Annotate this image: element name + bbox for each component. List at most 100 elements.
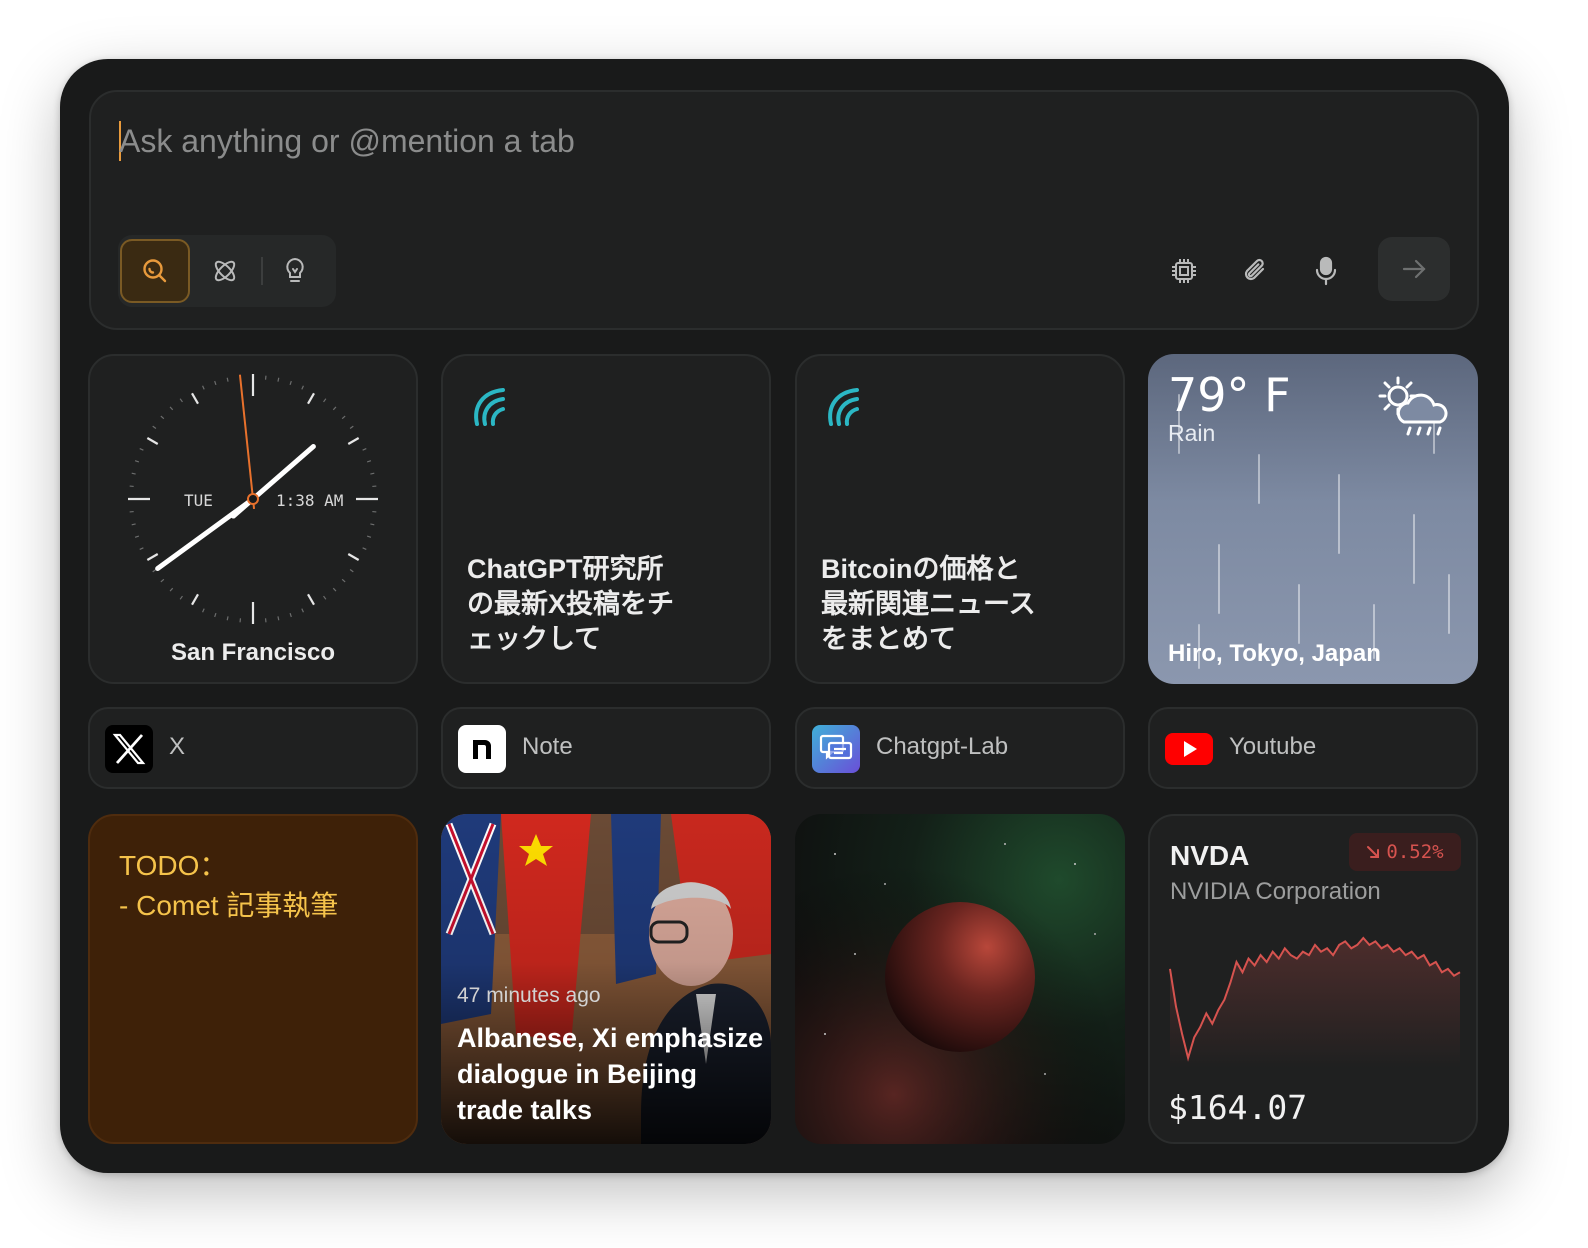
stock-change-value: 0.52% bbox=[1386, 841, 1444, 863]
clock-minute-tick bbox=[301, 608, 304, 613]
clock-minute-tick bbox=[214, 380, 217, 386]
clock-minute-tick bbox=[332, 587, 337, 592]
clock-minute-tick bbox=[202, 385, 205, 390]
clock-hour-tick bbox=[191, 593, 199, 606]
clock-minute-tick bbox=[139, 547, 144, 550]
clock-minute-tick bbox=[362, 547, 367, 550]
app-window: TUE 1:38 AM San Francisco ChatGPT研究所の最新X… bbox=[60, 59, 1509, 1173]
rain-streak bbox=[1298, 584, 1300, 644]
research-mode-button[interactable] bbox=[190, 239, 260, 303]
clock-minute-tick bbox=[332, 406, 337, 411]
prompt-card[interactable]: Bitcoinの価格と最新関連ニュースをまとめて bbox=[795, 354, 1125, 684]
stock-widget[interactable]: NVDA NVIDIA Corporation 0.52% $164.07 bbox=[1148, 814, 1478, 1144]
rain-streak bbox=[1413, 514, 1415, 584]
search-mode-button[interactable] bbox=[120, 239, 190, 303]
clock-minute-tick bbox=[179, 398, 183, 403]
clock-minute-tick bbox=[131, 523, 136, 526]
news-card[interactable]: 47 minutes ago Albanese, Xi emphasize di… bbox=[441, 814, 771, 1144]
clock-minute-tick bbox=[139, 448, 144, 451]
todo-text: TODO： - Comet 記事執筆 bbox=[119, 850, 339, 921]
clock-minute-tick bbox=[349, 569, 354, 573]
clock-hour-tick bbox=[347, 553, 360, 561]
clock-hour-tick bbox=[347, 437, 360, 445]
clock-minute-tick bbox=[366, 460, 372, 463]
clock-city: San Francisco bbox=[170, 639, 336, 666]
microphone-icon bbox=[1315, 256, 1337, 286]
clock-widget[interactable]: TUE 1:38 AM San Francisco bbox=[88, 354, 418, 684]
submit-button[interactable] bbox=[1378, 237, 1450, 301]
model-select-button[interactable] bbox=[1154, 242, 1214, 300]
mode-switcher bbox=[118, 235, 336, 307]
clock-minute-tick bbox=[134, 535, 140, 538]
ask-box bbox=[89, 90, 1479, 330]
news-timestamp: 47 minutes ago bbox=[457, 984, 601, 1007]
clock-minute-tick bbox=[152, 569, 157, 573]
tab-label: X bbox=[169, 733, 186, 760]
clock-minute-tick bbox=[134, 460, 140, 463]
perplexity-wave-icon bbox=[474, 388, 505, 426]
prompt-text: ChatGPT研究所の最新X投稿をチェックして bbox=[467, 554, 675, 654]
clock-minute-tick bbox=[277, 616, 280, 621]
chip-icon bbox=[1172, 259, 1196, 283]
clock-minute-tick bbox=[169, 406, 174, 411]
clock-hour-tick bbox=[307, 392, 315, 405]
clock-minute-tick bbox=[226, 377, 229, 382]
note-logo-icon bbox=[458, 725, 506, 773]
arrow-down-right-icon bbox=[1367, 846, 1380, 858]
stock-company-name: NVIDIA Corporation bbox=[1170, 878, 1381, 905]
clock-minute-tick bbox=[349, 425, 354, 429]
clock-time: 1:38 AM bbox=[276, 491, 344, 510]
clock-minute-tick bbox=[341, 415, 346, 420]
clock-hour-tick bbox=[191, 392, 199, 405]
clock-minute-tick bbox=[179, 595, 183, 600]
clock-minute-tick bbox=[169, 587, 174, 592]
perplexity-wave-icon bbox=[828, 388, 859, 426]
clock-minute-tick bbox=[289, 612, 292, 618]
rain-streak bbox=[1338, 474, 1340, 554]
arrow-right-icon bbox=[1402, 259, 1426, 279]
stock-price: $164.07 bbox=[1168, 1088, 1308, 1127]
rain-streak bbox=[1448, 574, 1450, 634]
clock-minute-tick bbox=[323, 398, 327, 403]
stock-change-badge: 0.52% bbox=[1349, 833, 1461, 871]
clock-minute-tick bbox=[370, 523, 375, 526]
ask-input[interactable] bbox=[119, 116, 1419, 166]
tab-youtube[interactable]: Youtube bbox=[1148, 707, 1478, 789]
clock-minute-tick bbox=[214, 612, 217, 618]
search-icon bbox=[143, 259, 167, 283]
clock-center-pin bbox=[247, 493, 259, 505]
clock-minute-tick bbox=[289, 380, 292, 386]
clock-minute-tick bbox=[226, 616, 229, 621]
tab-label: Youtube bbox=[1229, 733, 1317, 760]
tab-x[interactable]: X bbox=[88, 707, 418, 789]
clock-minute-tick bbox=[366, 535, 372, 538]
tab-label: Chatgpt-Lab bbox=[876, 733, 1009, 760]
clock-minute-tick bbox=[160, 578, 165, 583]
clock-hour-tick bbox=[146, 437, 159, 445]
labs-mode-button[interactable] bbox=[260, 239, 330, 303]
planet-image bbox=[795, 814, 1125, 1144]
atom-icon bbox=[214, 260, 236, 282]
clock-minute-tick bbox=[341, 578, 346, 583]
clock-minute-tick bbox=[202, 608, 205, 613]
weather-location: Hiro, Tokyo, Japan bbox=[1168, 640, 1381, 667]
prompt-card[interactable]: ChatGPT研究所の最新X投稿をチェックして bbox=[441, 354, 771, 684]
prompt-text: Bitcoinの価格と最新関連ニュースをまとめて bbox=[821, 554, 1036, 654]
sun-cloud-rain-icon bbox=[1378, 376, 1448, 436]
x-logo-icon bbox=[105, 725, 153, 773]
todo-note-widget[interactable]: TODO： - Comet 記事執筆 bbox=[88, 814, 418, 1144]
rain-streak bbox=[1218, 544, 1220, 614]
clock-minute-tick bbox=[160, 415, 165, 420]
tab-note[interactable]: Note bbox=[441, 707, 771, 789]
voice-button[interactable] bbox=[1296, 242, 1356, 300]
weather-widget[interactable]: 79° F Rain Hiro, Tokyo, Japan bbox=[1148, 354, 1478, 684]
tab-chatgpt-lab[interactable]: Chatgpt-Lab bbox=[795, 707, 1125, 789]
attach-button[interactable] bbox=[1225, 242, 1285, 300]
youtube-logo-icon bbox=[1165, 725, 1213, 773]
chat-bubbles-icon bbox=[812, 725, 860, 773]
weather-condition: Rain bbox=[1168, 420, 1216, 446]
analog-clock bbox=[128, 374, 378, 624]
clock-minute-tick bbox=[370, 472, 375, 475]
stock-symbol: NVDA bbox=[1170, 840, 1250, 871]
space-wallpaper-card[interactable] bbox=[795, 814, 1125, 1144]
